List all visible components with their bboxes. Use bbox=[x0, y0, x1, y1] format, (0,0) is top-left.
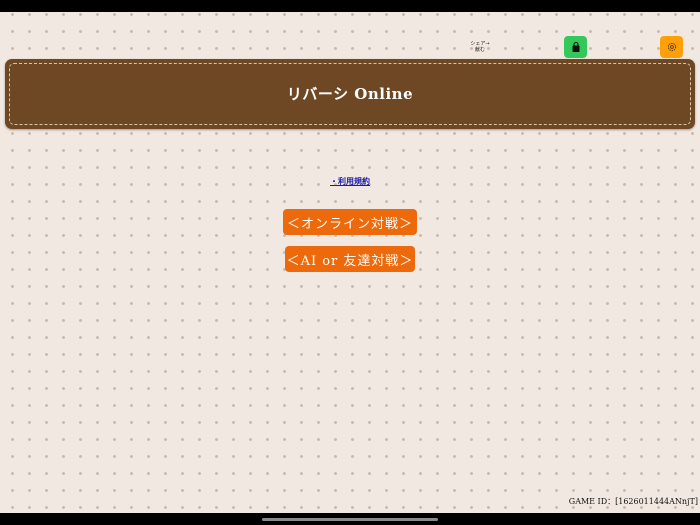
home-indicator[interactable] bbox=[262, 518, 438, 521]
share-label[interactable]: シェア→ 献む bbox=[462, 41, 498, 53]
settings-button[interactable] bbox=[660, 36, 683, 58]
share-label-line2: 献む bbox=[474, 47, 485, 53]
page-title: リバーシ Online bbox=[286, 85, 414, 103]
ai-friend-battle-button[interactable]: ＜AI or 友達対戦＞ bbox=[285, 246, 415, 272]
bag-button[interactable] bbox=[564, 36, 587, 58]
online-battle-button[interactable]: ＜オンライン対戦＞ bbox=[283, 209, 417, 235]
bag-icon bbox=[572, 41, 579, 52]
game-id-label: GAME ID：[1626011444ANnjT] bbox=[568, 497, 698, 506]
title-header: リバーシ Online bbox=[5, 59, 695, 129]
terms-link[interactable]: ・利用規約 bbox=[300, 176, 400, 187]
bottom-bar bbox=[0, 513, 700, 525]
status-bar bbox=[0, 0, 700, 12]
gear-icon bbox=[667, 42, 676, 52]
